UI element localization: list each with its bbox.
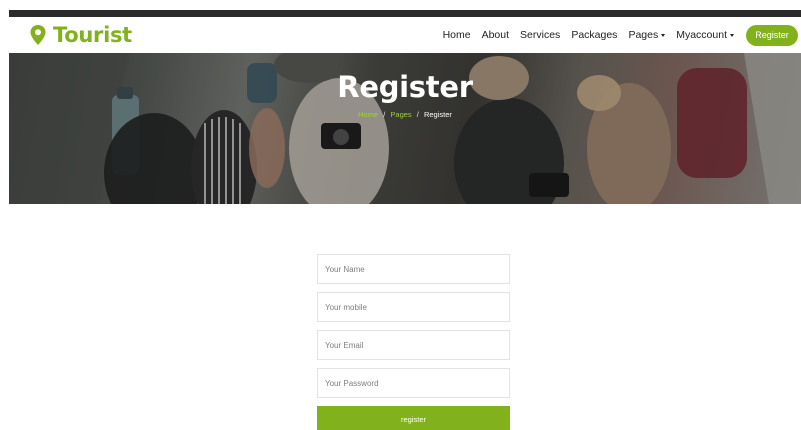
breadcrumb-pages-link[interactable]: Pages — [390, 110, 411, 119]
map-pin-icon — [30, 25, 46, 45]
breadcrumb-separator: / — [383, 110, 386, 119]
nav-item-label: Home — [442, 29, 471, 41]
breadcrumb-separator: / — [416, 110, 419, 119]
register-form: register — [317, 254, 510, 430]
page-title: Register — [337, 70, 473, 104]
nav-item-about[interactable]: About — [482, 29, 509, 41]
password-field[interactable] — [317, 368, 510, 398]
brand-name: Tourist — [53, 23, 132, 47]
nav-item-myaccount[interactable]: Myaccount — [676, 29, 734, 41]
topbar — [9, 10, 801, 17]
register-button[interactable]: Register — [746, 24, 798, 46]
nav-item-label: Pages — [628, 29, 659, 41]
breadcrumb-home-link[interactable]: Home — [358, 110, 378, 119]
email-field[interactable] — [317, 330, 510, 360]
register-submit-button[interactable]: register — [317, 406, 510, 430]
name-field[interactable] — [317, 254, 510, 284]
caret-down-icon — [730, 33, 734, 37]
mobile-field[interactable] — [317, 292, 510, 322]
breadcrumb-current: Register — [423, 110, 452, 119]
nav-item-home[interactable]: Home — [443, 29, 471, 41]
nav-item-label: About — [481, 29, 510, 41]
nav-item-label: Services — [520, 29, 561, 41]
main-nav: Home About Services Packages Pages Myacc… — [443, 17, 801, 53]
hero-banner: Register Home / Pages / Register — [9, 53, 801, 204]
nav-item-services[interactable]: Services — [520, 29, 560, 41]
caret-down-icon — [661, 33, 666, 37]
navbar: Tourist Home About Services Packages Pag… — [9, 17, 801, 53]
nav-item-pages[interactable]: Pages — [628, 29, 666, 41]
breadcrumb: Home / Pages / Register — [9, 110, 801, 119]
nav-item-label: Myaccount — [676, 29, 727, 41]
nav-item-label: Packages — [571, 29, 618, 41]
brand-logo[interactable]: Tourist — [29, 23, 132, 47]
page-top-spacing — [0, 0, 801, 10]
nav-item-packages[interactable]: Packages — [571, 29, 617, 41]
